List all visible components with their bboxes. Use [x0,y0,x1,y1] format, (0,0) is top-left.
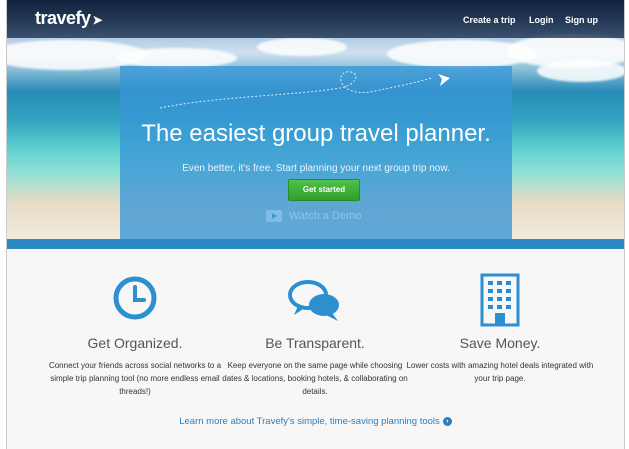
learn-more-link[interactable]: Learn more about Travefy's simple, time-… [7,416,624,427]
hero-subheadline: Even better, it's free. Start planning y… [182,163,450,174]
top-navigation-bar: travefy ➤ Create a trip Login Sign up [7,0,624,38]
feature-title: Get Organized. [87,335,183,351]
travefy-logo[interactable]: travefy ➤ [35,8,103,29]
hero-headline: The easiest group travel planner. [141,120,491,147]
play-icon [266,210,282,223]
hero-panel: The easiest group travel planner. Even b… [120,66,512,239]
watch-demo-link[interactable]: Watch a Demo [266,210,362,223]
page-frame: travefy ➤ Create a trip Login Sign up The… [6,0,625,449]
logo-text: travefy [35,8,91,28]
watch-demo-label: Watch a Demo [289,210,362,222]
get-started-button[interactable]: Get started [288,179,360,201]
feature-description: Connect your friends across social netwo… [48,361,222,396]
learn-more-label: Learn more about Travefy's simple, time-… [179,416,440,427]
signup-link[interactable]: Sign up [565,15,598,25]
login-link[interactable]: Login [529,15,554,25]
feature-description: Lower costs with amazing hotel deals int… [406,361,594,383]
paper-plane-icon [438,74,450,86]
building-icon [480,273,520,327]
features-section: Get Organized. Connect your friends acro… [7,249,624,449]
paper-plane-icon: ➤ [92,13,103,27]
create-trip-link[interactable]: Create a trip [463,15,516,25]
chat-bubbles-icon [288,280,339,321]
feature-title: Be Transparent. [265,335,365,351]
section-divider [7,239,624,249]
flight-path-graphic [159,71,450,109]
hero-section: travefy ➤ Create a trip Login Sign up The… [7,0,624,239]
arrow-right-icon: › [442,416,452,426]
feature-description: Keep everyone on the same page while cho… [222,361,408,396]
feature-title: Save Money. [459,335,541,351]
clock-icon [113,276,157,320]
